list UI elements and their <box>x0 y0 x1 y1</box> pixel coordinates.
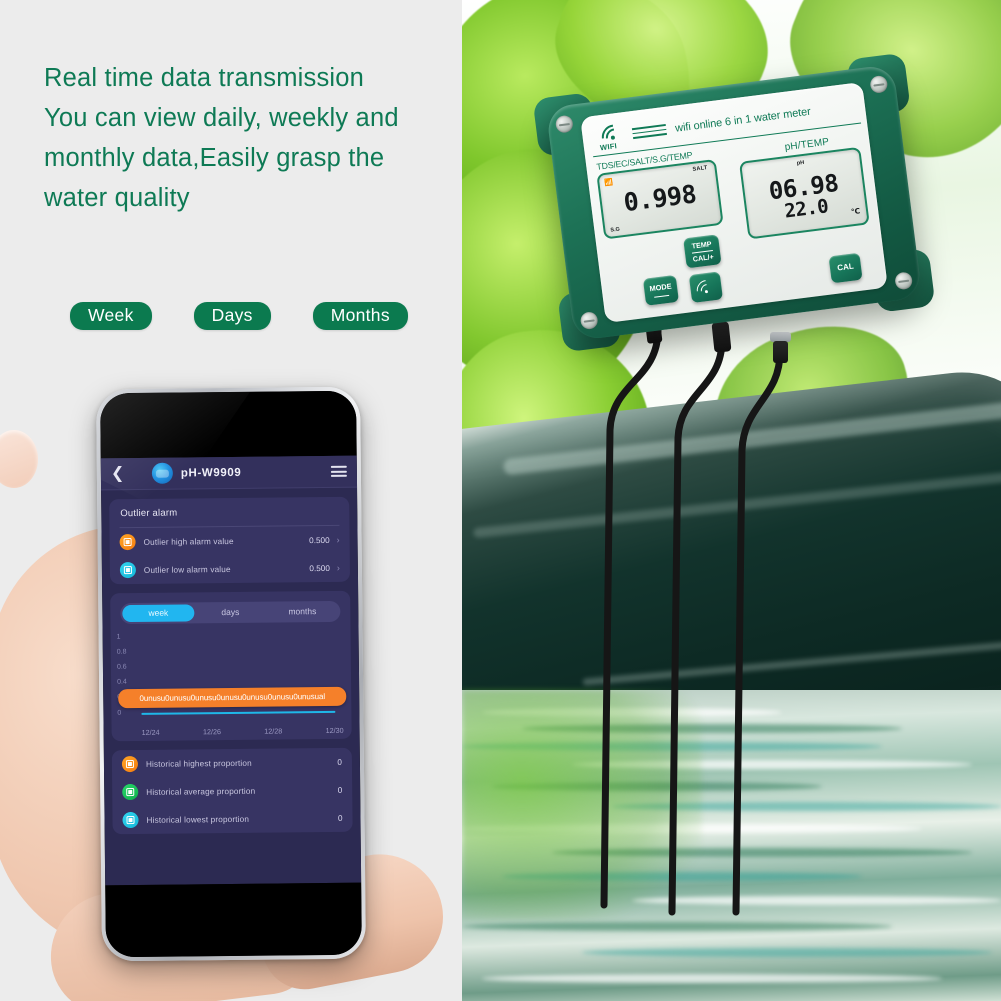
wifi-label: WIFI <box>599 140 618 152</box>
temperature-value: 22.0 <box>783 195 830 223</box>
list-item-value: 0 <box>337 785 343 795</box>
chart-annotation-tooltip: 0unusu0unusu0unusu0unusu0unusu0unusu0unu… <box>118 686 347 709</box>
back-chevron-icon[interactable]: ❮ <box>111 465 127 482</box>
chevron-right-icon[interactable]: › <box>337 563 340 573</box>
x-tick-label: 12/24 <box>141 727 160 737</box>
list-menu-icon[interactable] <box>330 465 347 477</box>
ph-unit-label: pH <box>796 159 805 167</box>
list-item[interactable]: Outlier high alarm value 0.500 › <box>109 526 349 557</box>
cal-plus-button-label: CAL/+ <box>691 249 715 264</box>
product-marketing-image: Real time data transmission You can view… <box>0 0 1001 1001</box>
y-tick-label: 0.6 <box>116 663 127 671</box>
mode-button-label: MODE <box>648 281 673 294</box>
history-lowest-icon <box>122 811 139 829</box>
headline-line-1: Real time data transmission <box>44 64 365 92</box>
phone-status-area <box>100 390 357 459</box>
headline-line-4: water quality <box>44 184 190 212</box>
tds-value: 0.998 <box>621 179 698 217</box>
headline-block: Real time data transmission You can view… <box>44 58 444 218</box>
bnc-connector-body <box>773 341 788 363</box>
period-segmented-control: week days months <box>120 600 341 625</box>
list-item-value: 0.500 <box>309 535 330 545</box>
outlier-alarm-title: Outlier alarm <box>120 507 178 520</box>
mobile-app: ❮ pH-W9909 Outlier alarm Outlier high al… <box>100 455 362 886</box>
device-banner-text: wifi online 6 in 1 water meter <box>674 105 812 135</box>
temp-button-label: TEMP <box>691 239 713 251</box>
alarm-low-icon <box>119 561 136 579</box>
outlier-alarm-card: Outlier alarm Outlier high alarm value 0… <box>109 496 351 585</box>
list-item[interactable]: Historical highest proportion 0 <box>112 748 352 779</box>
list-item-value: 0 <box>337 813 343 823</box>
alarm-high-icon <box>119 533 136 551</box>
headline-line-3: monthly data,Easily grasp the <box>44 144 385 172</box>
y-tick-label: 1 <box>116 633 121 641</box>
x-tick-label: 12/28 <box>264 726 283 736</box>
list-item[interactable]: Historical average proportion 0 <box>112 776 352 807</box>
tab-months[interactable]: months <box>266 603 338 621</box>
wifi-icon: WIFI <box>596 118 632 155</box>
chevron-right-icon[interactable]: › <box>337 535 340 545</box>
mode-button[interactable]: MODE <box>642 274 679 306</box>
product-photo: WIFI wifi online 6 in 1 water meter TDS/… <box>462 0 1001 1001</box>
tab-week[interactable]: week <box>122 604 195 623</box>
list-item[interactable]: Outlier low alarm value 0.500 › <box>110 554 350 585</box>
headline-line-2: You can view daily, weekly and <box>44 104 399 132</box>
ph-temp-lcd-display: pH 06.98 22.0 ℃ <box>738 146 870 240</box>
list-item-label: Historical lowest proportion <box>146 814 250 825</box>
history-average-icon <box>122 783 139 801</box>
y-tick-label: 0.8 <box>116 648 127 656</box>
list-item-value: 0.500 <box>309 563 330 573</box>
app-bar: ❮ pH-W9909 <box>100 455 358 491</box>
list-item-label: Outlier low alarm value <box>143 564 231 575</box>
history-chart[interactable]: 1 0.8 0.6 0.4 0.2 0 0unusu0unusu0unusu0u… <box>117 627 348 741</box>
left-info-panel: Real time data transmission You can view… <box>0 0 462 1001</box>
app-title: pH-W9909 <box>180 466 242 480</box>
wifi-button[interactable] <box>688 271 724 305</box>
temp-cal-plus-button[interactable]: TEMP CAL/+ <box>683 234 722 269</box>
phone-bottom-bezel <box>105 882 362 958</box>
list-item-value: 0 <box>337 757 342 767</box>
pill-days[interactable]: Days <box>193 302 271 330</box>
y-tick-label: 0 <box>117 709 122 717</box>
list-item-label: Outlier high alarm value <box>143 536 234 547</box>
list-item[interactable]: Historical lowest proportion 0 <box>112 804 352 835</box>
period-pill-row: Week Days Months <box>70 302 408 330</box>
historical-proportion-card: Historical highest proportion 0 Historic… <box>111 747 353 835</box>
smartphone: ❮ pH-W9909 Outlier alarm Outlier high al… <box>96 386 366 962</box>
app-content: Outlier alarm Outlier high alarm value 0… <box>101 488 361 886</box>
app-logo-icon <box>151 462 174 484</box>
pill-months[interactable]: Months <box>312 302 408 330</box>
water-quality-meter: WIFI wifi online 6 in 1 water meter TDS/… <box>532 52 936 353</box>
chart-annotation-text: 0unusu0unusu0unusu0unusu0unusu0unusu0unu… <box>139 692 326 703</box>
cable-jack <box>711 321 732 353</box>
x-axis-tick-labels: 12/24 12/26 12/28 12/30 <box>142 726 344 737</box>
celsius-unit: ℃ <box>850 206 861 217</box>
chart-series-line <box>141 711 336 715</box>
tds-lcd-display: 📶 SALT 0.998 S.G <box>596 158 724 240</box>
x-tick-label: 12/26 <box>202 727 221 737</box>
phone-screen: ❮ pH-W9909 Outlier alarm Outlier high al… <box>100 390 362 958</box>
list-item-label: Historical average proportion <box>146 786 256 797</box>
chart-card: week days months 1 0.8 0.6 0.4 0.2 0 <box>110 590 352 742</box>
signal-bars-icon <box>631 123 668 140</box>
thumbnail <box>0 430 38 488</box>
y-tick-label: 0.4 <box>117 678 127 686</box>
wifi-small-icon: 📶 <box>604 179 614 188</box>
cal-button[interactable]: CAL <box>828 252 863 284</box>
device-faceplate: WIFI wifi online 6 in 1 water meter TDS/… <box>580 82 888 323</box>
salt-indicator: SALT <box>692 165 708 173</box>
tab-days[interactable]: days <box>194 604 266 622</box>
cal-button-label: CAL <box>836 261 855 273</box>
sg-indicator: S.G <box>610 226 621 234</box>
x-tick-label: 12/30 <box>325 725 344 736</box>
list-item-label: Historical highest proportion <box>145 758 252 769</box>
pill-week[interactable]: Week <box>70 302 152 330</box>
history-highest-icon <box>121 755 139 773</box>
